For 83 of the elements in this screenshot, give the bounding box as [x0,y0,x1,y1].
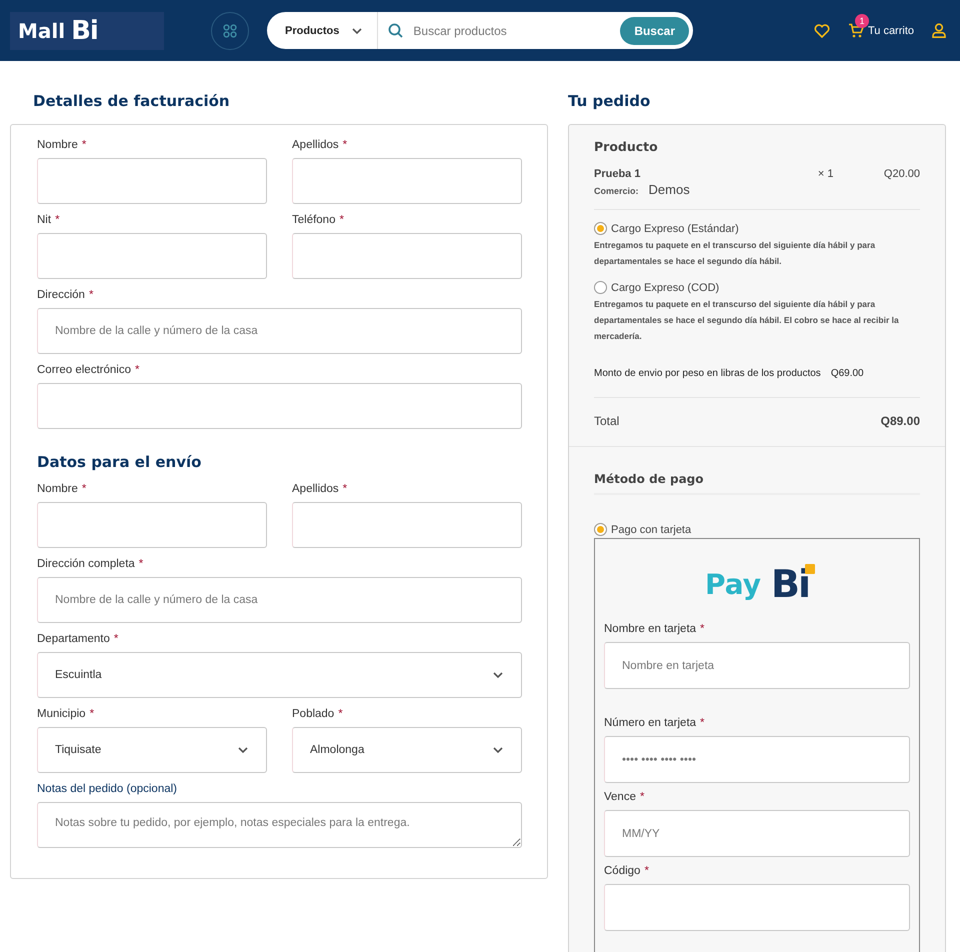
field-label: Código [604,865,640,877]
input-field[interactable] [37,158,267,204]
search-button[interactable]: Buscar [620,16,689,44]
required-asterisk: * [90,708,94,720]
field-label: Vence [604,791,636,803]
merchant-name: Demos [648,182,690,197]
dropdown[interactable]: Tiquisate [37,727,267,773]
field-label: Dirección completa [37,558,135,570]
section-title: Tu pedido [568,91,652,112]
required-asterisk: * [700,623,705,635]
input-field[interactable] [37,383,522,429]
field-label: Número en tarjeta [604,717,696,729]
required-asterisk: * [82,483,86,495]
input-field[interactable]: Nombre de la calle y número de la casa [37,308,522,354]
input-field[interactable] [37,502,267,548]
field-label: Correo electrónico [37,364,131,376]
required-asterisk: * [138,558,144,570]
input-field[interactable] [292,233,522,279]
required-asterisk: * [342,139,348,151]
field-label: Dirección [37,289,85,301]
cart-icon [848,23,864,38]
input-field[interactable] [292,502,522,548]
price: Q20.00 [884,168,920,180]
radio-button[interactable] [594,281,607,294]
shipping-cost-value: Q69.00 [830,368,864,379]
shipping-option[interactable]: Cargo Expreso (COD) [594,281,720,294]
logo[interactable]: Mall Bi [10,12,164,50]
field-label: Departamento [37,633,110,645]
field-label: Teléfono [292,214,336,226]
field-label: Poblado [292,708,334,720]
required-asterisk: * [88,289,94,301]
total-value: Q89.00 [880,414,920,428]
brand-logo: Pay Bi [604,553,910,615]
categories-button[interactable] [211,12,249,50]
section-title: Detalles de facturación [32,91,231,112]
input-field[interactable]: Nombre de la calle y número de la casa [37,577,522,623]
payment-option[interactable]: Pago con tarjeta [594,523,692,536]
total-label: Total [594,414,620,428]
section-title: Datos para el envío [37,452,202,473]
input-field[interactable] [292,158,522,204]
radio-button[interactable] [594,222,607,235]
required-asterisk: * [644,865,649,877]
dropdown[interactable]: Almolonga [292,727,522,773]
required-asterisk: * [82,139,86,151]
required-asterisk: * [338,708,343,720]
quantity: × 1 [818,168,835,180]
input-field[interactable] [604,884,910,931]
field-label: Nit [37,214,52,226]
grid-icon [223,24,237,38]
field-label: Nombre en tarjeta [604,623,696,635]
merchant-label: Comercio: [594,186,639,196]
field-label: Apellidos [292,483,339,495]
shipping-option[interactable]: Cargo Expreso (Estándar) [594,222,739,235]
input-field[interactable]: MM/YY [604,810,910,857]
field-label: Nombre [37,483,78,495]
shipping-cost-label: Monto de envio por peso en libras de los productos [594,368,821,379]
heart-icon[interactable] [814,24,830,38]
notes-field[interactable]: Notas sobre tu pedido, por ejemplo, notas especiales para la entrega. [37,802,522,848]
radio-button[interactable] [594,523,607,536]
dropdown[interactable]: Escuintla [37,652,522,698]
required-asterisk: * [700,717,705,729]
option-description: Entregamos tu paquete en el transcurso del siguiente día hábil y para departamentales se hace el segundo día hábil. El cobro se hace al recibir la mercadería. [594,298,900,343]
category-dropdown[interactable]: Productos [285,12,378,49]
option-description: Entregamos tu paquete en el transcurso del siguiente día hábil y para departamentales se hace el segundo día hábil. [594,239,876,268]
required-asterisk: * [114,633,118,645]
required-asterisk: * [342,483,348,495]
required-asterisk: * [55,214,60,226]
required-asterisk: * [134,364,140,376]
required-asterisk: * [640,791,644,803]
required-asterisk: * [339,214,344,226]
search-icon [388,23,404,38]
cart-count-badge: 1 [854,14,869,28]
input-field[interactable]: Nombre en tarjeta [604,642,910,689]
field-label: Municipio [37,708,86,720]
field-label: Apellidos [292,139,339,151]
column-header: Producto [594,139,659,154]
field-label: Notas del pedido (opcional) [37,783,178,795]
field-label: Nombre [37,139,78,151]
user-icon[interactable] [932,23,946,38]
product-name: Prueba 1 [594,168,642,180]
section-title: Método de pago [594,472,920,495]
input-field[interactable] [37,233,267,279]
input-field[interactable]: •••• •••• •••• •••• [604,736,910,783]
